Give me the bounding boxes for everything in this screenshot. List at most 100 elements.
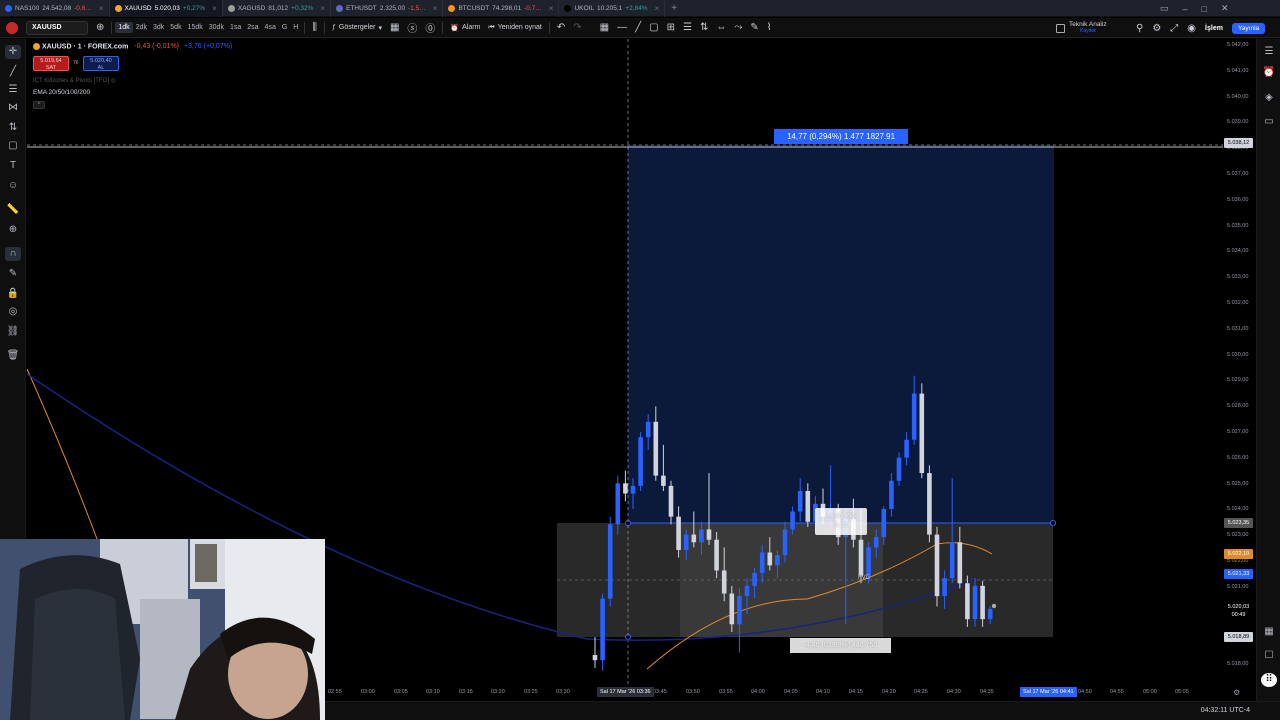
price-tick: 5.031,00 xyxy=(1227,325,1249,332)
link-icon[interactable]: ⛓ xyxy=(5,325,21,339)
layers-icon[interactable]: ◈ xyxy=(1261,91,1277,105)
eye-icon[interactable]: ◎ xyxy=(5,305,21,319)
brush-icon[interactable]: ✎ xyxy=(746,22,762,33)
close-tab-icon[interactable]: × xyxy=(549,4,554,13)
indicator-killzones[interactable]: ICT Killzones & Pivots [TFO] ◎ xyxy=(33,77,116,84)
interval-option[interactable]: 5dk xyxy=(167,24,184,31)
candle-body xyxy=(805,491,811,522)
interval-option[interactable]: G xyxy=(279,24,290,31)
layout-icon[interactable]: ▭ xyxy=(1160,3,1169,14)
symbol-search-input[interactable]: XAUUSD xyxy=(26,20,88,35)
compare-icon[interactable]: ⊕ xyxy=(92,22,108,33)
time-tick: 03:15 xyxy=(459,689,473,695)
tech-analysis-button[interactable]: Teknik Analiz Kaydet xyxy=(1069,21,1107,35)
watchlist-icon[interactable]: ☰ xyxy=(1261,45,1277,59)
measure-label: 14,77 (0,294%) 1.477 1827.91 xyxy=(774,129,908,144)
close-icon[interactable]: ✕ xyxy=(1221,3,1229,14)
checkbox-icon[interactable] xyxy=(1056,23,1065,33)
status-clock[interactable]: 04:32:11 UTC-4 xyxy=(1201,707,1250,714)
interval-option[interactable]: 2sa xyxy=(244,24,261,31)
replay-button[interactable]: ⏮ Yeniden oynat xyxy=(484,18,545,38)
close-tab-icon[interactable]: × xyxy=(212,4,217,13)
layout-grid-icon[interactable]: ⊞ xyxy=(663,22,679,33)
symbol-tab[interactable]: BTCUSDT 74.298,01 -0,7… × xyxy=(443,0,560,17)
notifications-icon[interactable]: ☐ xyxy=(1261,649,1277,663)
horizontal-line-icon[interactable]: — xyxy=(613,22,631,33)
magnet-icon[interactable]: ∩ xyxy=(5,247,21,261)
settings-icon[interactable]: ⚙ xyxy=(1152,23,1161,34)
undo-icon[interactable]: ↶ xyxy=(553,22,569,33)
emoji-icon[interactable]: ☺ xyxy=(5,179,21,193)
crosshair-icon[interactable]: ✛ xyxy=(5,45,21,59)
redo-icon[interactable]: ↷ xyxy=(569,22,585,33)
close-tab-icon[interactable]: × xyxy=(655,4,660,13)
alerts-icon[interactable]: ⏰ xyxy=(1261,66,1277,80)
maximize-icon[interactable]: □ xyxy=(1202,4,1207,14)
interval-option[interactable]: 1sa xyxy=(227,24,244,31)
pattern-tool-icon[interactable]: ⋈ xyxy=(5,101,21,115)
grid-icon[interactable]: ▦ xyxy=(596,22,613,33)
alert-button[interactable]: ⏰ Alarm xyxy=(446,18,484,38)
avatar[interactable] xyxy=(0,18,22,38)
symbol-tab[interactable]: ETHUSDT 2.325,00 -1,5… × xyxy=(331,0,444,17)
axis-settings-icon[interactable]: ⚙ xyxy=(1233,688,1240,697)
camera-icon[interactable]: ◉ xyxy=(1187,23,1196,34)
sell-button[interactable]: 5.019,64 SAT xyxy=(33,56,69,71)
eye-off-icon[interactable]: ◎ xyxy=(111,78,116,84)
rocket-icon[interactable]: ⚲ xyxy=(1136,23,1143,34)
interval-option[interactable]: H xyxy=(290,24,301,31)
path-icon[interactable]: ⤳ xyxy=(730,22,746,33)
calendar-icon[interactable]: ▦ xyxy=(1261,625,1277,639)
interval-option[interactable]: 2dk xyxy=(133,24,150,31)
candle-type-icon[interactable]: ⫼ xyxy=(308,22,321,33)
range-icon[interactable]: ⇔ xyxy=(712,22,730,33)
forecast-tool-icon[interactable]: ⇅ xyxy=(5,121,21,135)
trade-button[interactable]: İşlem xyxy=(1205,25,1223,32)
symbol-tab[interactable]: XAGUSD 81,012 +0,32% × xyxy=(223,0,332,17)
position-icon[interactable]: ⇅ xyxy=(696,22,712,33)
collapse-legend-icon[interactable]: ^ xyxy=(33,101,45,109)
close-tab-icon[interactable]: × xyxy=(99,4,104,13)
ruler-icon[interactable]: ⌇ xyxy=(763,22,776,33)
fib-tool-icon[interactable]: ☰ xyxy=(5,83,21,97)
interval-option[interactable]: 1dk xyxy=(115,22,133,33)
fullscreen-icon[interactable]: ⤢ xyxy=(1170,23,1178,34)
trash-icon[interactable]: 🗑 xyxy=(5,349,21,363)
symbol-tab[interactable]: XAUUSD 5.020,03 +0,27% × xyxy=(109,0,223,17)
indicators-button[interactable]: ƒ Göstergeler ▾ xyxy=(328,18,386,38)
time-tick: 02:55 xyxy=(328,689,342,695)
symbol-tab[interactable]: NAS100 24.542,08 -0,6… × xyxy=(0,0,110,17)
text-tool-icon[interactable]: T xyxy=(5,159,21,173)
publish-button[interactable]: Yayınla xyxy=(1231,22,1266,34)
buy-button[interactable]: 5.020,40 AL xyxy=(83,56,119,71)
interval-option[interactable]: 3dk xyxy=(150,24,167,31)
object-tree-icon[interactable]: ⓪ xyxy=(421,20,439,35)
strategy-icon[interactable]: ⓢ xyxy=(403,20,421,35)
rectangle-icon[interactable]: ▢ xyxy=(645,22,662,33)
indicator-ema[interactable]: EMA 20/50/100/200 xyxy=(33,89,90,96)
ruler-tool-icon[interactable]: 📏 xyxy=(5,203,21,217)
price-axis[interactable]: 5.042,00 5.041,00 5.040,00 5.039,00 5.038,00… xyxy=(1223,39,1256,685)
interval-option[interactable]: 30dk xyxy=(206,24,227,31)
legend-title[interactable]: XAUUSD · 1 · FOREX.com xyxy=(42,43,128,50)
interval-option[interactable]: 15dk xyxy=(185,24,206,31)
zoom-icon[interactable]: ⊕ xyxy=(5,223,21,237)
price-tick: 5.032,00 xyxy=(1227,300,1249,306)
minimize-icon[interactable]: – xyxy=(1183,4,1188,14)
apps-icon[interactable]: ⠿ xyxy=(1261,673,1277,687)
symbol-tab[interactable]: UKOIL 10.205,1 +2,84% × xyxy=(559,0,666,17)
line-tool-icon[interactable]: ╱ xyxy=(5,65,21,79)
chat-icon[interactable]: ▭ xyxy=(1261,115,1277,129)
add-tab-icon[interactable]: + xyxy=(665,3,683,14)
close-tab-icon[interactable]: × xyxy=(320,4,325,13)
close-tab-icon[interactable]: × xyxy=(433,4,438,13)
price-tick: 5.036,00 xyxy=(1227,196,1249,203)
interval-option[interactable]: 4sa xyxy=(262,24,279,31)
templates-icon[interactable]: ▦ xyxy=(386,22,403,33)
trend-line-icon[interactable]: ╱ xyxy=(631,22,645,33)
pencil-lock-icon[interactable]: ✎ xyxy=(5,267,21,281)
price-tick: 5.024,00 xyxy=(1227,506,1249,513)
fib-icon[interactable]: ☰ xyxy=(679,22,696,33)
shape-tool-icon[interactable]: ▢ xyxy=(5,139,21,153)
lock-icon[interactable]: 🔒 xyxy=(5,287,21,301)
